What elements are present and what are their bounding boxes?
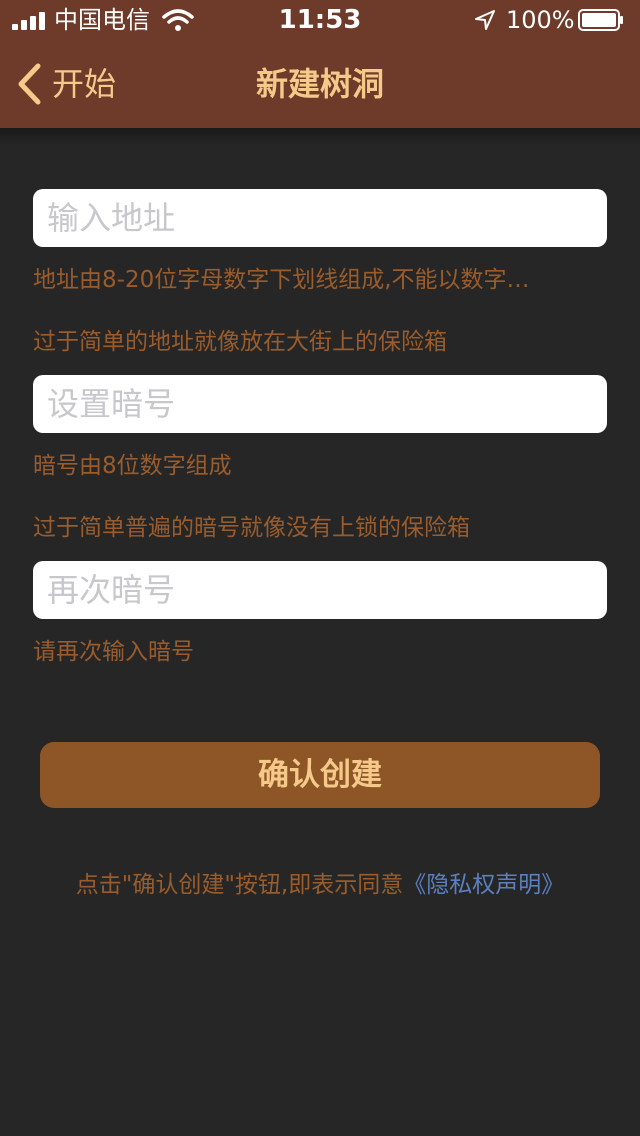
address-input[interactable]	[33, 189, 607, 247]
privacy-policy-link[interactable]: 《隐私权声明》	[403, 872, 564, 898]
code-input[interactable]	[33, 375, 607, 433]
code-security-tip: 过于简单普遍的暗号就像没有上锁的保险箱	[33, 515, 470, 541]
battery-percentage: 100%	[506, 6, 575, 34]
privacy-agreement: 点击"确认创建"按钮,即表示同意《隐私权声明》	[0, 868, 640, 902]
address-security-tip: 过于简单的地址就像放在大街上的保险箱	[33, 329, 447, 355]
confirm-create-button[interactable]: 确认创建	[40, 742, 600, 808]
confirm-code-input[interactable]	[33, 561, 607, 619]
top-bar: 中国电信 11:53 100% 开始 新建树洞	[0, 0, 640, 128]
navigation-bar: 开始 新建树洞	[0, 40, 640, 128]
page-title: 新建树洞	[255, 65, 384, 103]
header-divider	[0, 128, 640, 146]
confirm-code-hint: 请再次输入暗号	[33, 639, 194, 665]
status-bar: 中国电信 11:53 100%	[0, 0, 640, 40]
code-format-hint: 暗号由8位数字组成	[33, 453, 232, 479]
address-format-hint: 地址由8-20位字母数字下划线组成,不能以数字…	[33, 267, 530, 293]
agreement-text: 点击"确认创建"按钮,即表示同意	[75, 872, 404, 898]
battery-icon	[578, 9, 623, 31]
location-arrow-icon	[475, 10, 495, 30]
create-treehole-screen: 中国电信 11:53 100% 开始 新建树洞 输入地址 地址由8-20位字母数…	[0, 0, 640, 1136]
